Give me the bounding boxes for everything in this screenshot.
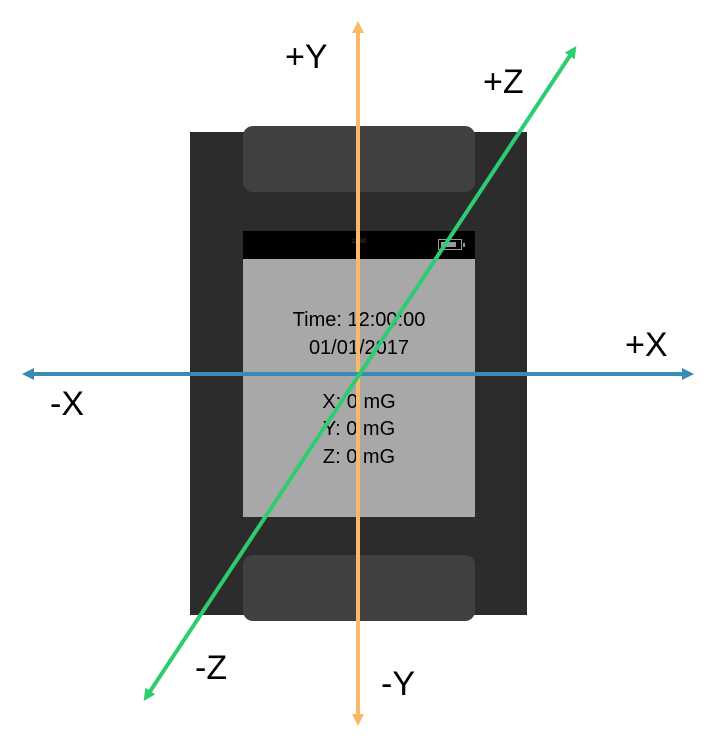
negative-z-label: -Z (195, 649, 228, 687)
positive-x-label: +X (625, 326, 668, 364)
positive-y-label: +Y (285, 38, 328, 76)
axes-diagram (22, 21, 694, 726)
negative-y-label: -Y (381, 665, 415, 703)
negative-x-label: -X (50, 385, 84, 423)
positive-z-label: +Z (483, 63, 524, 101)
